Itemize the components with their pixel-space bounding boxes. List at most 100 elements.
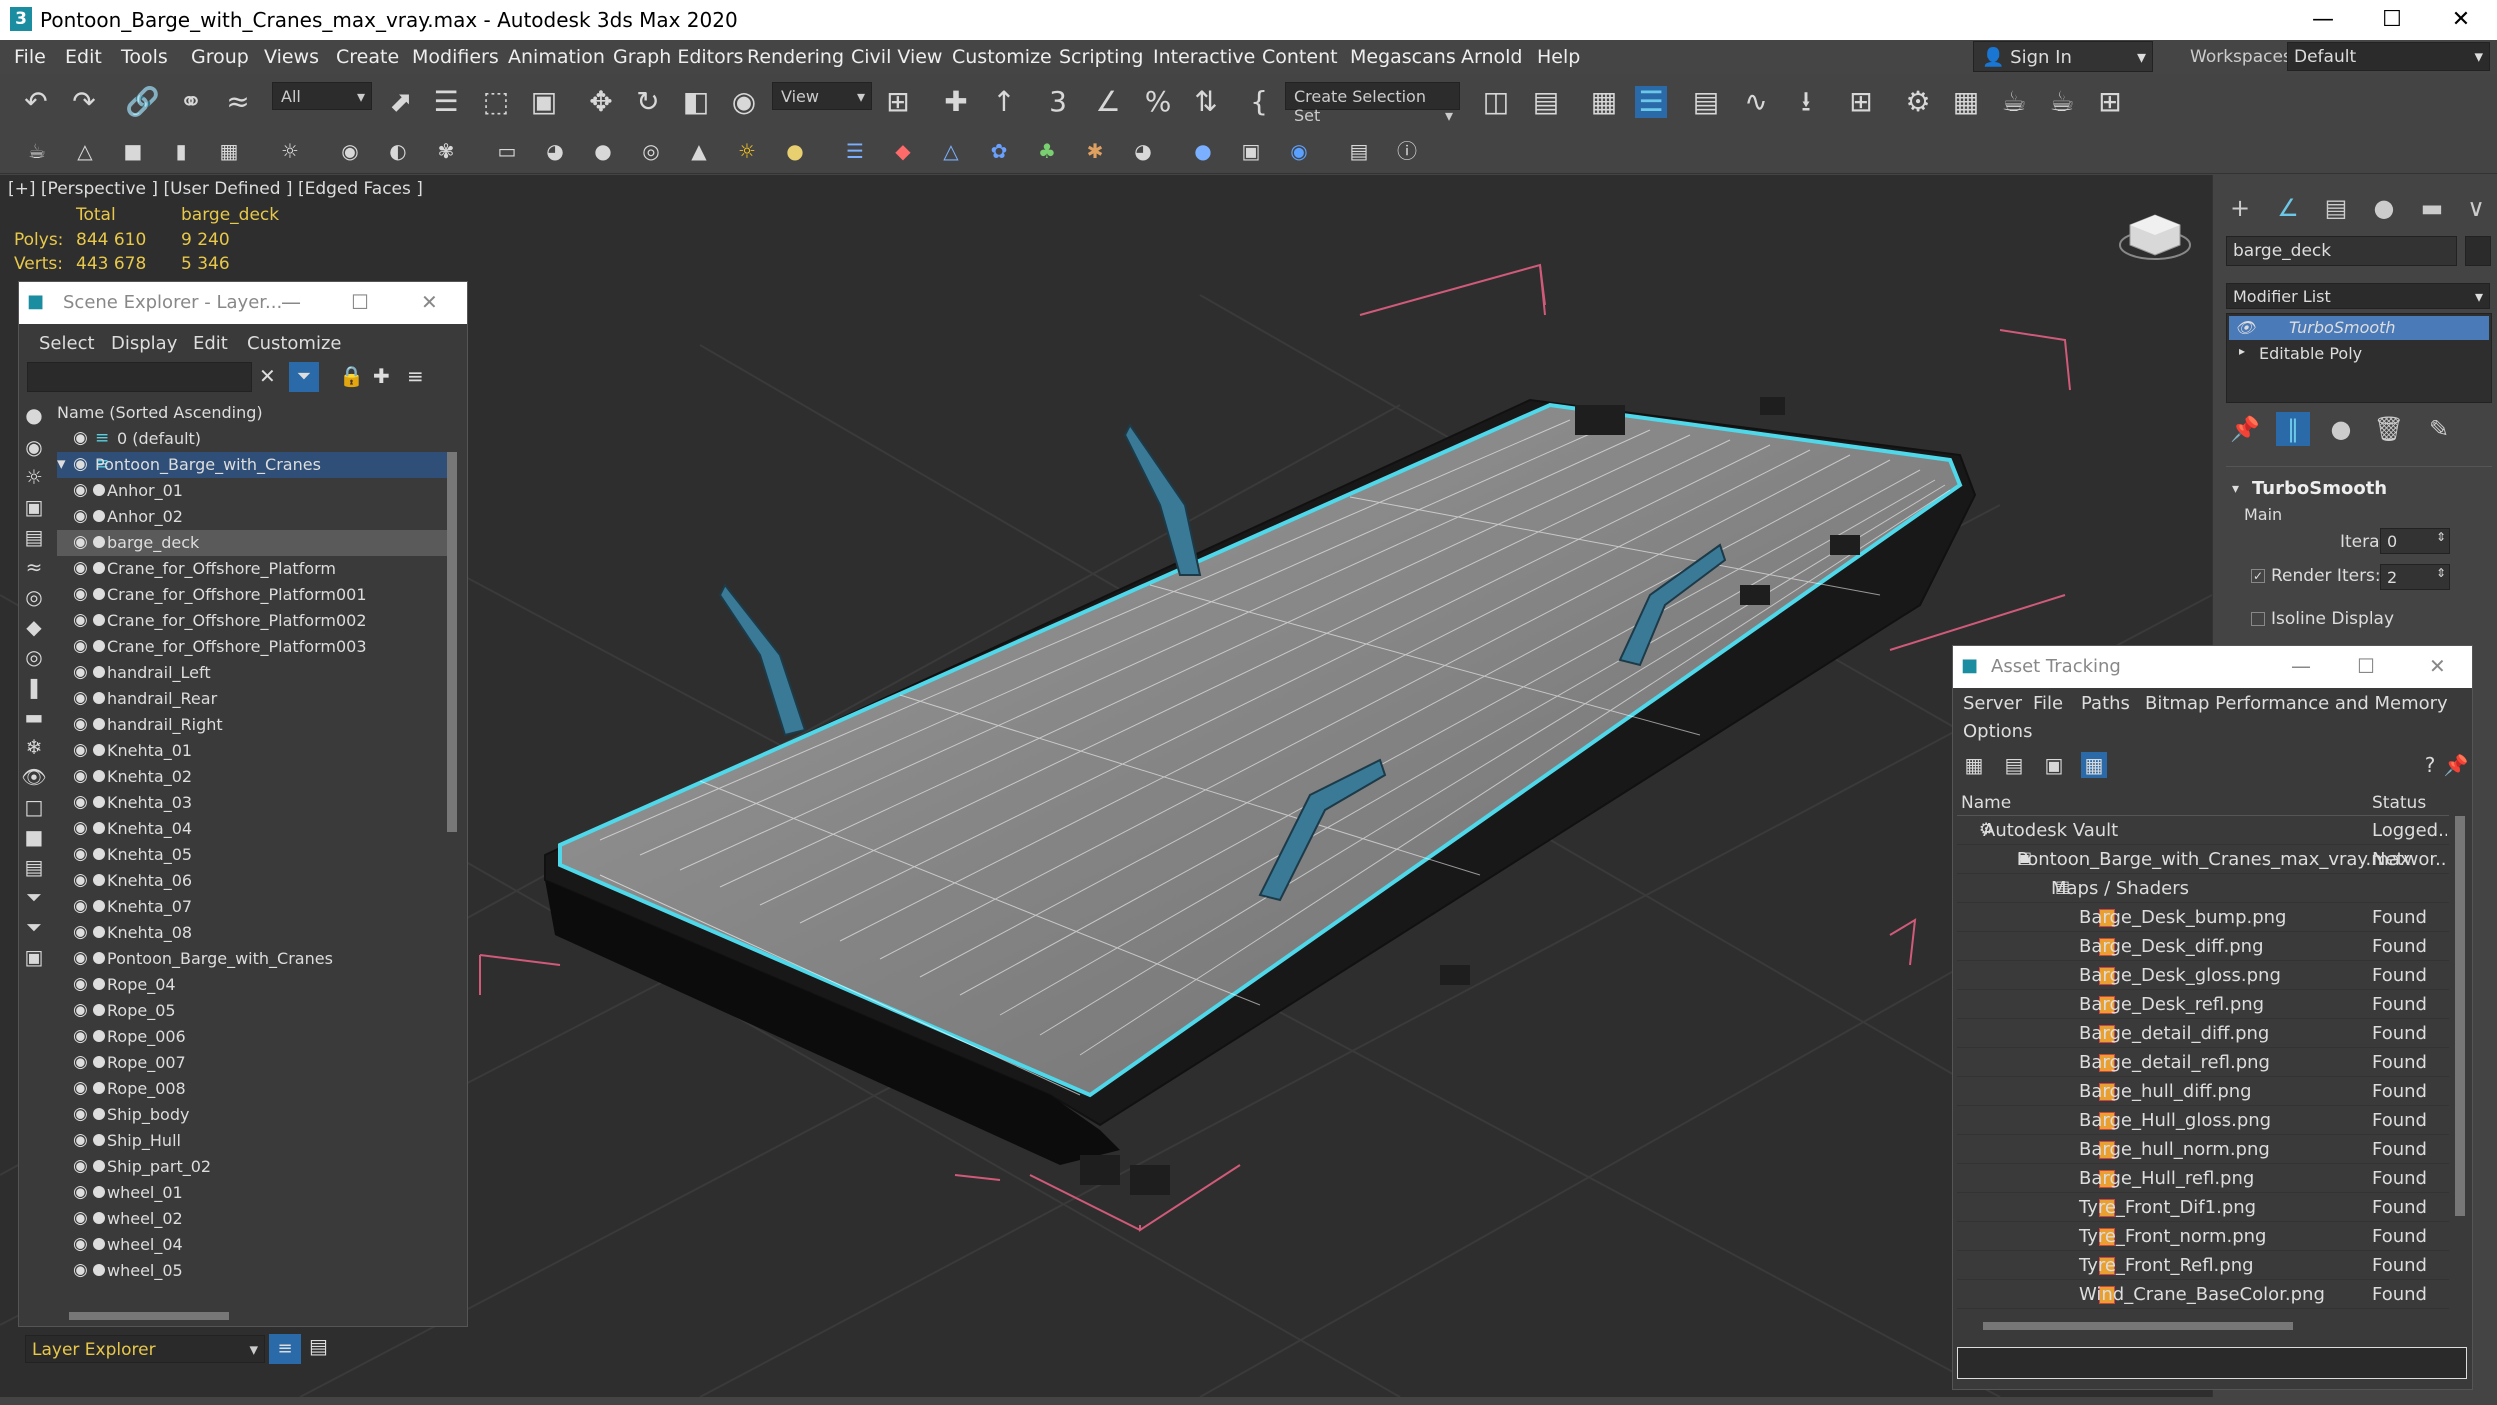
eye-icon[interactable]: ◉ bbox=[73, 610, 88, 630]
modifier-list-dropdown[interactable]: Modifier List ▾ bbox=[2226, 283, 2490, 309]
name-column-label[interactable]: Name bbox=[1961, 793, 2011, 813]
menu-customize[interactable]: Customize bbox=[952, 46, 1052, 68]
cylinder-icon[interactable]: ▮ bbox=[168, 138, 194, 164]
render-toggle-icon[interactable] bbox=[93, 1160, 105, 1172]
layer-row[interactable]: ◉ wheel_04 bbox=[57, 1232, 457, 1258]
sun-icon[interactable]: ☼ bbox=[734, 138, 760, 164]
plane-icon[interactable]: △ bbox=[72, 138, 98, 164]
filter-icon[interactable]: ⏷ bbox=[289, 362, 319, 392]
named-selection-dropdown[interactable]: Create Selection Set ▾ bbox=[1285, 82, 1460, 125]
eye-icon[interactable]: ◉ bbox=[73, 896, 88, 916]
select-by-name-icon[interactable]: ☰ bbox=[430, 86, 462, 118]
show-end-result-icon[interactable]: ‖ bbox=[2276, 412, 2310, 446]
xrefs-filter-icon[interactable]: ◎ bbox=[21, 644, 47, 670]
asset-row[interactable]: Tyre_Front_Dif1.png Found bbox=[1957, 1193, 2449, 1222]
cone-icon[interactable]: ▲ bbox=[686, 138, 712, 164]
layer-row[interactable]: ◉ handrail_Right bbox=[57, 712, 457, 738]
ribbon-icon[interactable]: ▤ bbox=[1690, 86, 1722, 118]
spinner-arrows-icon[interactable]: ⇕ bbox=[2436, 566, 2446, 580]
render-toggle-icon[interactable] bbox=[93, 744, 105, 756]
eye-icon[interactable]: ◉ bbox=[73, 714, 88, 734]
table-view-icon[interactable]: ▣ bbox=[2041, 752, 2067, 778]
view-cube[interactable] bbox=[2119, 214, 2191, 260]
at-menu-options[interactable]: Options bbox=[1963, 721, 2032, 742]
torus-icon[interactable]: ◎ bbox=[638, 138, 664, 164]
layer-row[interactable]: ◉ Ship_body bbox=[57, 1102, 457, 1128]
layer-row[interactable]: ◉ Knehta_03 bbox=[57, 790, 457, 816]
render-frame-icon[interactable]: ☕ bbox=[1998, 86, 2030, 118]
lights-filter-icon[interactable]: ▣ bbox=[21, 494, 47, 520]
horizontal-scrollbar[interactable] bbox=[69, 1312, 229, 1320]
omni-light-icon[interactable]: ● bbox=[782, 138, 808, 164]
object-name-field[interactable]: barge_deck bbox=[2226, 236, 2457, 266]
find-icon[interactable]: ⏷ bbox=[21, 884, 47, 910]
add-layer-icon[interactable]: ✚ bbox=[373, 364, 390, 388]
at-menu-server[interactable]: Server bbox=[1963, 693, 2022, 714]
eye-icon[interactable]: ◉ bbox=[73, 740, 88, 760]
render-toggle-icon[interactable] bbox=[93, 848, 105, 860]
render-toggle-icon[interactable] bbox=[93, 796, 105, 808]
stack-item-turbosmooth[interactable]: 👁 TurboSmooth bbox=[2229, 316, 2489, 340]
menu-group[interactable]: Group bbox=[191, 46, 249, 68]
layer-row[interactable]: ◉ Crane_for_Offshore_Platform001 bbox=[57, 582, 457, 608]
refresh-icon[interactable]: ▦ bbox=[1961, 752, 1987, 778]
eye-icon[interactable]: ◉ bbox=[73, 1156, 88, 1176]
eye-icon[interactable]: ◉ bbox=[73, 636, 88, 656]
cameras-filter-icon[interactable]: ▤ bbox=[21, 524, 47, 550]
list-view-icon[interactable]: ▤ bbox=[2001, 752, 2027, 778]
layer-row[interactable]: ◉ Knehta_02 bbox=[57, 764, 457, 790]
display-tab-icon[interactable]: ▬ bbox=[2415, 191, 2449, 225]
se-menu-display[interactable]: Display bbox=[111, 333, 177, 354]
layer-row[interactable]: ◉ handrail_Left bbox=[57, 660, 457, 686]
frozen-filter-icon[interactable]: ❄ bbox=[21, 734, 47, 760]
vray-frame-buffer-icon[interactable]: ▣ bbox=[1238, 138, 1264, 164]
teapot-icon[interactable]: ☕ bbox=[24, 138, 50, 164]
box-icon[interactable]: ■ bbox=[120, 138, 146, 164]
eye-icon[interactable]: ◉ bbox=[73, 974, 88, 994]
eye-icon[interactable]: ◉ bbox=[73, 870, 88, 890]
iterations-spinner[interactable]: 0 ⇕ bbox=[2380, 528, 2450, 554]
eye-icon[interactable]: ◉ bbox=[73, 688, 88, 708]
dome-icon[interactable]: ◕ bbox=[542, 138, 568, 164]
spinner-snap-icon[interactable]: ⇅ bbox=[1190, 86, 1222, 118]
turbosmooth-rollout-title[interactable]: TurboSmooth bbox=[2252, 478, 2387, 499]
layer-row[interactable]: ◉ Crane_for_Offshore_Platform003 bbox=[57, 634, 457, 660]
layer-row[interactable]: ◉ wheel_01 bbox=[57, 1180, 457, 1206]
vertical-scrollbar[interactable] bbox=[447, 452, 457, 832]
collapse-arrow-icon[interactable]: ▾ bbox=[2232, 481, 2239, 497]
configure-sets-icon[interactable]: ✎ bbox=[2422, 412, 2456, 446]
menu-content[interactable]: Content bbox=[1262, 46, 1338, 68]
shapes-filter-icon[interactable]: ☼ bbox=[21, 464, 47, 490]
create-tab-icon[interactable]: + bbox=[2223, 191, 2257, 225]
modify-tab-icon[interactable]: ∠ bbox=[2271, 191, 2305, 225]
layer-row[interactable]: ◉ Rope_04 bbox=[57, 972, 457, 998]
select-object-icon[interactable]: ⬈ bbox=[385, 86, 417, 118]
mirror-icon[interactable]: ◫ bbox=[1480, 86, 1512, 118]
pivot-icon[interactable]: ⊞ bbox=[882, 86, 914, 118]
menu-rendering[interactable]: Rendering bbox=[747, 46, 844, 68]
minimize-button[interactable]: — bbox=[281, 290, 301, 314]
eye-icon[interactable]: ◉ bbox=[73, 1000, 88, 1020]
spacewarps-filter-icon[interactable]: ◎ bbox=[21, 584, 47, 610]
schematic-view-icon[interactable]: ⊞ bbox=[1845, 86, 1877, 118]
rotate-icon[interactable]: ↻ bbox=[632, 86, 664, 118]
keyboard-shortcut-icon[interactable]: ↑ bbox=[988, 86, 1020, 118]
render-toggle-icon[interactable] bbox=[93, 640, 105, 652]
sort-by-layer-icon[interactable]: ≡ bbox=[269, 1334, 301, 1364]
layer-row[interactable]: ◉ Ship_Hull bbox=[57, 1128, 457, 1154]
render-toggle-icon[interactable] bbox=[93, 692, 105, 704]
asset-row[interactable]: Barge_Desk_refl.png Found bbox=[1957, 990, 2449, 1019]
layer-row[interactable]: ◉ barge_deck bbox=[57, 530, 457, 556]
viewport-label[interactable]: [+] [Perspective ] [User Defined ] [Edge… bbox=[8, 179, 423, 199]
menu-graph-editors[interactable]: Graph Editors bbox=[613, 46, 743, 68]
eye-icon[interactable]: ◉ bbox=[73, 1052, 88, 1072]
menu-scripting[interactable]: Scripting bbox=[1059, 46, 1144, 68]
utilities-tab-icon[interactable]: ∨ bbox=[2459, 191, 2493, 225]
mesh-icon[interactable]: △ bbox=[938, 138, 964, 164]
pin-stack-icon[interactable]: 📌 bbox=[2228, 412, 2262, 446]
scale-icon[interactable]: ◧ bbox=[680, 86, 712, 118]
eye-icon[interactable]: ◉ bbox=[73, 506, 88, 526]
sphere-icon[interactable]: ● bbox=[590, 138, 616, 164]
sign-in-dropdown[interactable]: 👤 Sign In ▾ bbox=[1973, 41, 2153, 72]
isoline-display-checkbox[interactable] bbox=[2251, 612, 2265, 626]
